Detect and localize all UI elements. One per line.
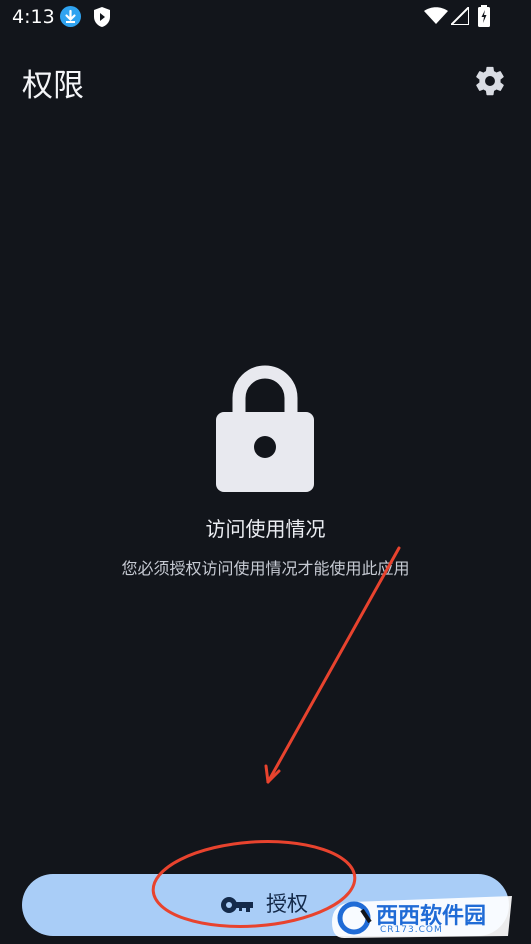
battery-icon [478, 5, 490, 27]
grant-button-label: 授权 [266, 892, 308, 916]
annotation-arrow-line [266, 546, 401, 784]
annotation-arrow-head [264, 764, 281, 784]
signal-icon [451, 7, 469, 25]
gear-icon[interactable] [473, 64, 507, 98]
shield-icon [94, 7, 110, 27]
permission-description: 您必须授权访问使用情况才能使用此应用 [121, 559, 410, 578]
status-time: 4:13 [12, 6, 55, 28]
lock-icon [216, 365, 314, 492]
status-bar: 4:13 [0, 0, 531, 34]
wifi-icon [424, 7, 448, 24]
permission-title: 访问使用情况 [205, 517, 326, 541]
page-title: 权限 [22, 68, 84, 104]
watermark-sub: CR173.COM [380, 925, 443, 935]
watermark: 西西软件园 CR173.COM [332, 892, 512, 940]
download-icon [60, 6, 81, 27]
key-icon [221, 897, 253, 913]
